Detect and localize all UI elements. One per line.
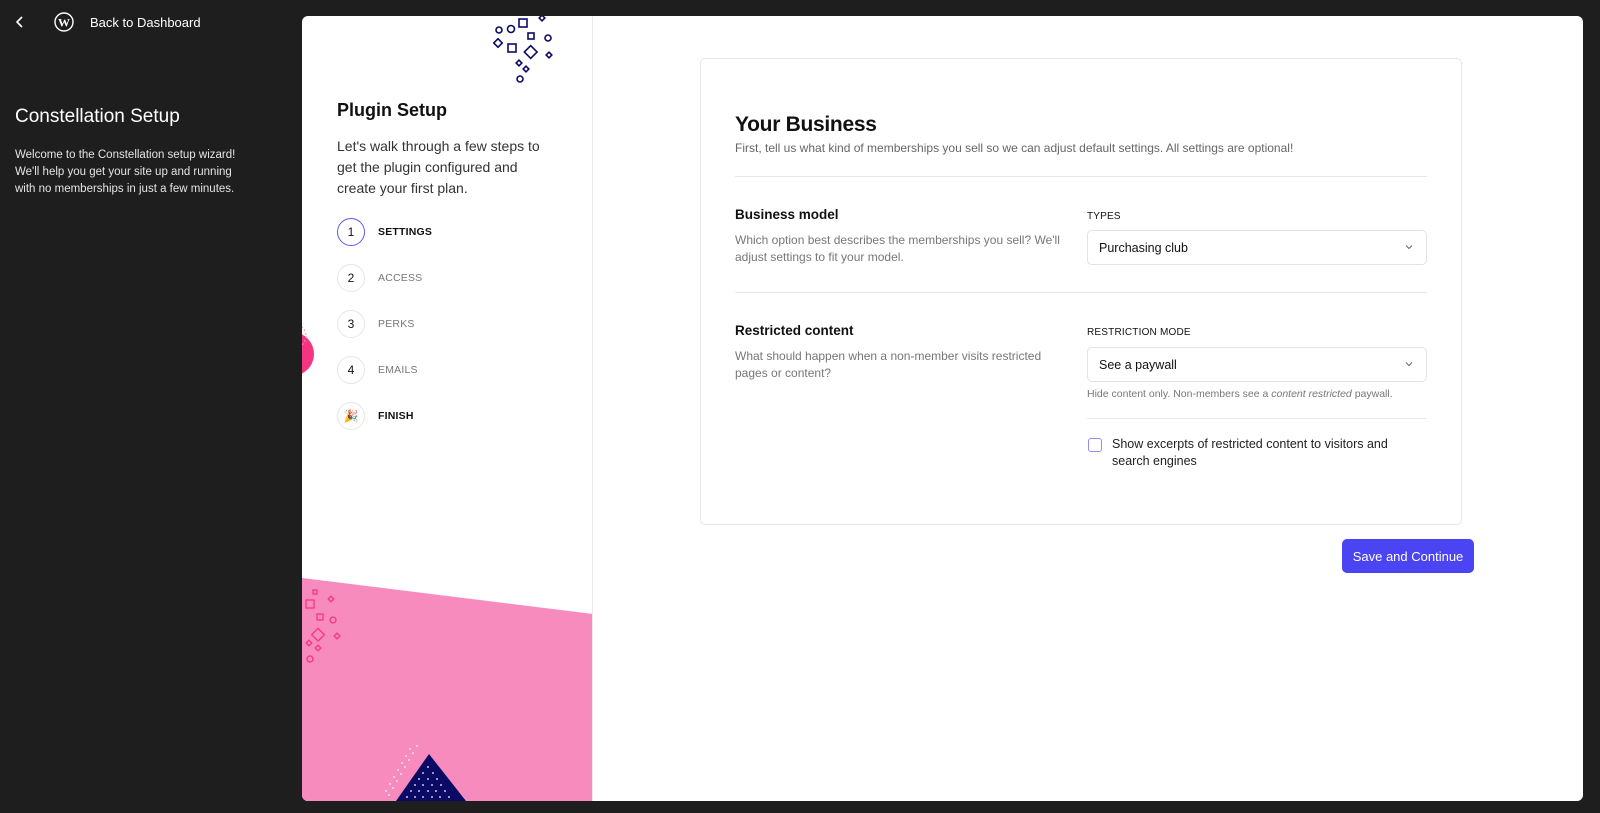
step-number: 4 [337, 356, 365, 384]
sidebar-description: Welcome to the Constellation setup wizar… [15, 149, 236, 195]
wizard-intro: Let's walk through a few steps to get th… [337, 138, 540, 196]
step-perks[interactable]: 3 PERKS [337, 310, 432, 338]
pink-circle-icon [302, 334, 314, 374]
restriction-mode-label: RESTRICTION MODE [1087, 327, 1191, 338]
wordpress-logo-icon[interactable]: W [54, 12, 74, 32]
help-text: paywall. [1351, 388, 1393, 400]
help-emphasis: content restricted [1271, 388, 1352, 400]
show-excerpts-checkbox[interactable] [1088, 438, 1102, 452]
chevron-down-icon [1405, 245, 1413, 250]
pink-slanted-shape [302, 578, 592, 801]
show-excerpts-option[interactable]: Show excerpts of restricted content to v… [1088, 436, 1412, 470]
party-popper-icon: 🎉 [337, 402, 365, 430]
types-label: TYPES [1087, 211, 1121, 222]
step-label: EMAILS [378, 364, 418, 376]
restriction-mode-value: See a paywall [1099, 357, 1177, 372]
step-number: 1 [337, 218, 365, 246]
sidebar-title: Constellation Setup [15, 106, 180, 127]
step-finish[interactable]: 🎉 FINISH [337, 402, 432, 430]
restricted-content-description: What should happen when a non-member vis… [735, 349, 1042, 380]
step-number: 3 [337, 310, 365, 338]
show-excerpts-label: Show excerpts of restricted content to v… [1112, 437, 1388, 468]
form-subtitle: First, tell us what kind of memberships … [735, 141, 1294, 155]
divider [735, 176, 1427, 177]
chevron-left-icon[interactable] [12, 14, 28, 30]
wizard-steps-list: 1 SETTINGS 2 ACCESS 3 PERKS 4 EMAILS 🎉 F… [337, 218, 432, 448]
step-label: FINISH [378, 410, 414, 422]
restriction-mode-help: Hide content only. Non-members see a con… [1087, 388, 1393, 400]
restricted-content-title: Restricted content [735, 323, 854, 338]
setup-sidebar: W Back to Dashboard Constellation Setup … [0, 0, 296, 813]
step-settings[interactable]: 1 SETTINGS [337, 218, 432, 246]
step-label: ACCESS [378, 272, 423, 284]
divider [1087, 418, 1427, 419]
wizard-title: Plugin Setup [337, 100, 447, 120]
step-number: 2 [337, 264, 365, 292]
form-title: Your Business [735, 113, 877, 136]
business-settings-card: Your Business First, tell us what kind o… [700, 58, 1462, 525]
step-access[interactable]: 2 ACCESS [337, 264, 432, 292]
restriction-mode-select[interactable]: See a paywall [1087, 347, 1427, 382]
business-type-select[interactable]: Purchasing club [1087, 230, 1427, 265]
back-to-dashboard-row[interactable]: W Back to Dashboard [12, 10, 201, 34]
step-label: PERKS [378, 318, 415, 330]
navy-confetti-icon [492, 16, 553, 83]
help-text: Hide content only. Non-members see a [1087, 388, 1272, 400]
setup-panel: Plugin Setup Let's walk through a few st… [302, 16, 1583, 801]
save-and-continue-button[interactable]: Save and Continue [1342, 539, 1474, 573]
wizard-steps-column: Plugin Setup Let's walk through a few st… [302, 16, 593, 801]
chevron-down-icon [1405, 362, 1413, 367]
step-emails[interactable]: 4 EMAILS [337, 356, 432, 384]
business-model-description: Which option best describes the membersh… [735, 233, 1060, 264]
divider [735, 292, 1427, 293]
step-label: SETTINGS [378, 226, 433, 238]
business-type-value: Purchasing club [1099, 240, 1188, 255]
business-model-title: Business model [735, 207, 839, 222]
svg-text:W: W [58, 16, 70, 30]
back-to-dashboard-link[interactable]: Back to Dashboard [90, 15, 201, 30]
